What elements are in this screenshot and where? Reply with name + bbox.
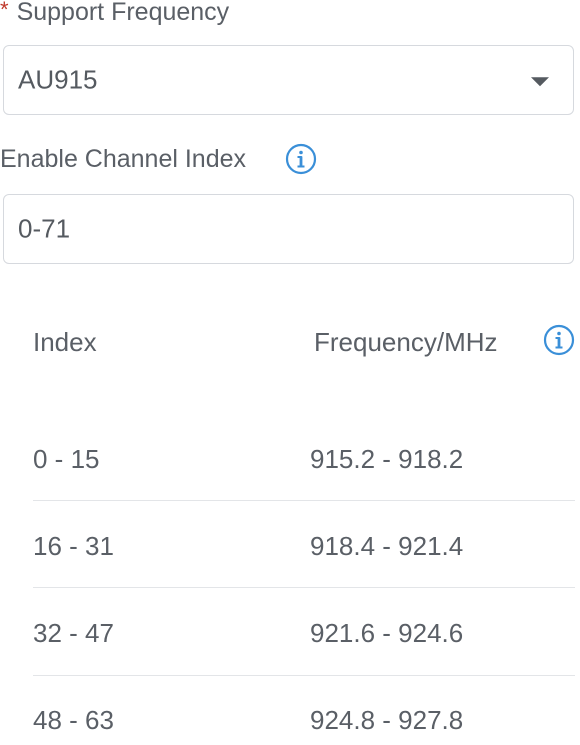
required-marker: *	[0, 0, 9, 22]
row-frequency: 915.2 - 918.2	[310, 444, 464, 474]
row-index: 48 - 63	[33, 705, 114, 735]
row-divider	[33, 500, 575, 501]
table-header-frequency: Frequency/MHz	[314, 327, 498, 357]
row-index: 32 - 47	[33, 618, 114, 648]
info-icon[interactable]	[543, 324, 575, 356]
channel-index-label-row: Enable Channel Index	[0, 145, 246, 174]
row-index: 0 - 15	[33, 444, 100, 474]
info-icon[interactable]	[285, 143, 317, 175]
row-frequency: 921.6 - 924.6	[310, 618, 464, 648]
row-divider	[33, 675, 575, 676]
row-frequency: 918.4 - 921.4	[310, 531, 464, 561]
support-frequency-value: AU915	[18, 64, 98, 95]
support-frequency-select[interactable]: AU915	[3, 45, 574, 115]
channel-index-label: Enable Channel Index	[0, 145, 247, 173]
table-header-index: Index	[33, 327, 97, 357]
support-frequency-label-row: * Support Frequency	[0, 0, 229, 27]
channel-index-value: 0-71	[18, 213, 71, 244]
row-frequency: 924.8 - 927.8	[310, 705, 464, 735]
support-frequency-label: Support Frequency	[16, 0, 230, 26]
chevron-down-icon[interactable]	[531, 77, 549, 87]
row-index: 16 - 31	[33, 531, 114, 561]
row-divider	[33, 587, 575, 588]
channel-index-input[interactable]: 0-71	[3, 194, 574, 264]
